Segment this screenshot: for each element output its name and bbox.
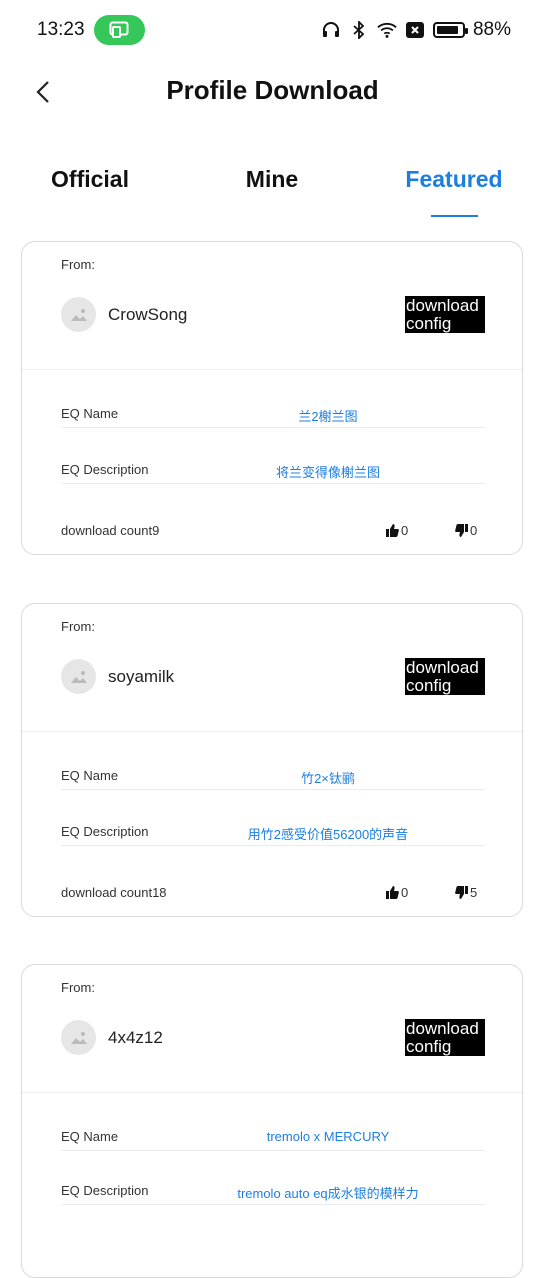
eq-description-row: EQ Description tremolo auto eq成水银的模样力 xyxy=(61,1178,485,1205)
divider xyxy=(22,1092,522,1093)
screen-cast-pill[interactable] xyxy=(94,15,145,45)
download-count: download count9 xyxy=(61,523,160,538)
divider xyxy=(22,731,522,732)
avatar-placeholder-icon xyxy=(70,308,87,321)
notification-x-icon xyxy=(405,20,425,40)
eq-name-label: EQ Name xyxy=(61,768,119,783)
dislike-count: 5 xyxy=(470,885,478,900)
thumbs-up-icon xyxy=(386,524,399,537)
download-count: download count18 xyxy=(61,885,167,900)
eq-name-label: EQ Name xyxy=(61,406,119,421)
eq-description-label: EQ Description xyxy=(61,1183,149,1198)
like-count: 0 xyxy=(401,523,409,538)
eq-description-label: EQ Description xyxy=(61,824,149,839)
tab-bar: Official Mine Featured xyxy=(0,160,545,220)
thumbs-down-icon xyxy=(455,886,468,899)
page-title: Profile Download xyxy=(166,75,379,105)
eq-name-label: EQ Name xyxy=(61,1129,119,1144)
wifi-icon xyxy=(377,20,397,40)
eq-name-value: tremolo x MERCURY xyxy=(266,1129,390,1144)
avatar[interactable] xyxy=(61,1020,96,1055)
like-button[interactable]: 0 xyxy=(386,885,408,900)
battery-percent: 88% xyxy=(472,19,511,40)
dislike-button[interactable]: 0 xyxy=(455,523,477,538)
headphones-icon xyxy=(321,20,341,40)
eq-description-row: EQ Description 用竹2感受价值56200的声音 xyxy=(61,819,485,846)
from-label: From: xyxy=(61,257,95,272)
active-tab-indicator xyxy=(431,215,478,217)
username: CrowSong xyxy=(108,305,188,324)
eq-description-value: 将兰变得像榭兰图 xyxy=(275,465,380,480)
from-label: From: xyxy=(61,980,95,995)
profile-card: From: soyamilk download config EQ Name 竹… xyxy=(21,603,523,917)
profile-card: From: CrowSong download config EQ Name 兰… xyxy=(21,241,523,555)
tab-official[interactable]: Official xyxy=(51,166,129,193)
eq-name-row: EQ Name 竹2×钛鹂 xyxy=(61,763,485,790)
download-config-button[interactable]: download config xyxy=(405,658,485,695)
battery-icon xyxy=(432,22,468,38)
avatar[interactable] xyxy=(61,659,96,694)
eq-name-value: 兰2榭兰图 xyxy=(298,409,358,424)
eq-name-value: 竹2×钛鹂 xyxy=(301,771,355,786)
dislike-button[interactable]: 5 xyxy=(455,885,477,900)
avatar-placeholder-icon xyxy=(70,1031,87,1044)
download-config-button[interactable]: download config xyxy=(405,1019,485,1056)
status-time: 13:23 xyxy=(37,19,85,40)
username: 4x4z12 xyxy=(108,1028,163,1047)
header: Profile Download xyxy=(0,60,545,124)
status-bar: 13:23 88% xyxy=(0,0,545,60)
eq-description-value: 用竹2感受价值56200的声音 xyxy=(247,827,409,842)
avatar[interactable] xyxy=(61,297,96,332)
screen-cast-icon xyxy=(109,21,129,38)
eq-description-value: tremolo auto eq成水银的模样力 xyxy=(237,1186,419,1201)
dislike-count: 0 xyxy=(470,523,478,538)
eq-description-label: EQ Description xyxy=(61,462,149,477)
status-icons: 88% xyxy=(321,19,511,41)
like-count: 0 xyxy=(401,885,409,900)
profile-card: From: 4x4z12 download config EQ Name tre… xyxy=(21,964,523,1278)
divider xyxy=(22,369,522,370)
from-label: From: xyxy=(61,619,95,634)
tab-mine[interactable]: Mine xyxy=(246,166,298,193)
like-button[interactable]: 0 xyxy=(386,523,408,538)
username: soyamilk xyxy=(108,667,175,686)
tab-featured[interactable]: Featured xyxy=(405,166,502,193)
download-config-button[interactable]: download config xyxy=(405,296,485,333)
avatar-placeholder-icon xyxy=(70,670,87,683)
thumbs-up-icon xyxy=(386,886,399,899)
eq-name-row: EQ Name tremolo x MERCURY xyxy=(61,1124,485,1151)
bluetooth-icon xyxy=(349,20,369,40)
eq-name-row: EQ Name 兰2榭兰图 xyxy=(61,401,485,428)
thumbs-down-icon xyxy=(455,524,468,537)
eq-description-row: EQ Description 将兰变得像榭兰图 xyxy=(61,457,485,484)
